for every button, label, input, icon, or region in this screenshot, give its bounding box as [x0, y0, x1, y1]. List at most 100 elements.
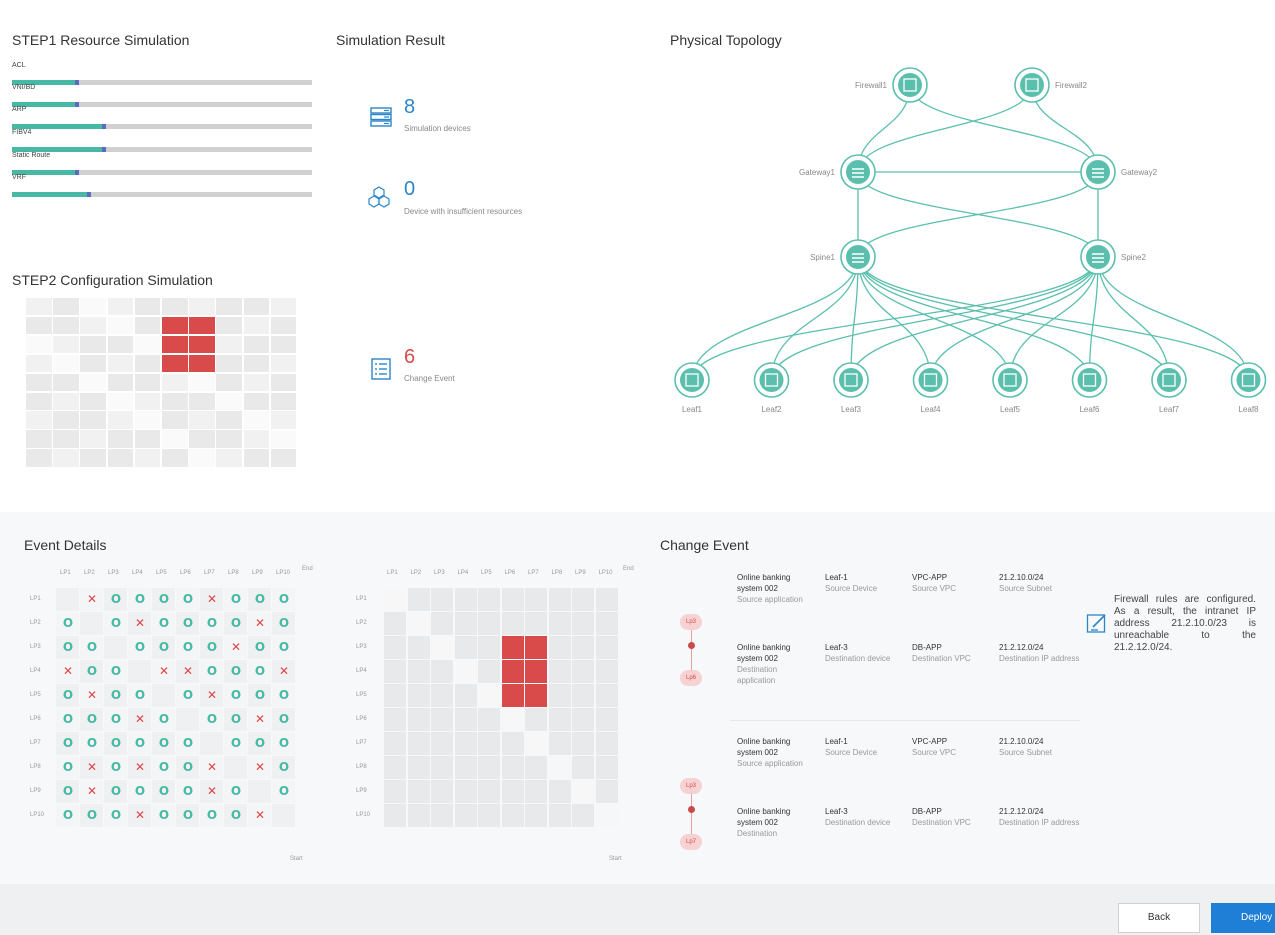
leaf-node[interactable]: Leaf1: [674, 362, 710, 414]
reachable-icon: O: [182, 736, 194, 750]
leaf-node[interactable]: Leaf7: [1151, 362, 1187, 414]
firewall-icon: [1020, 73, 1044, 97]
deploy-button[interactable]: Deploy: [1211, 903, 1275, 933]
heatmap-cell: [595, 732, 618, 755]
reachable-icon: O: [158, 760, 170, 774]
heatmap-cell: [478, 684, 500, 707]
grid-cell: [134, 449, 161, 467]
leaf-label: Leaf1: [682, 405, 703, 414]
heatmap-column-header: LP9: [575, 570, 586, 576]
heatmap-cell: [548, 708, 571, 731]
heatmap-cell: [572, 708, 594, 731]
heatmap-start-label: Start: [609, 856, 622, 862]
grid-cell: [26, 430, 52, 448]
leaf-node[interactable]: Leaf2: [753, 362, 790, 414]
grid-cell: [26, 316, 52, 335]
unreachable-icon: ✕: [86, 784, 98, 798]
leaf-node[interactable]: Leaf8: [1230, 362, 1267, 414]
matrix-column-header: LP7: [204, 570, 215, 576]
unreachable-icon: ✕: [182, 664, 194, 678]
heatmap-cell: [431, 660, 453, 683]
change-event-caption: Source application: [737, 759, 803, 768]
grid-cell: [53, 373, 79, 391]
unreachable-icon: ✕: [86, 760, 98, 774]
leaf-node[interactable]: Leaf4: [912, 362, 949, 414]
reachable-icon: O: [278, 592, 290, 606]
heatmap-cell: [478, 588, 500, 611]
footer-bar: [0, 884, 1275, 935]
firewall-node[interactable]: Firewall2: [1014, 67, 1088, 103]
grid-cell: [189, 316, 215, 335]
reachable-icon: O: [278, 616, 290, 630]
resource-label: ACL: [12, 62, 26, 69]
insufficient-devices-count: 0: [404, 178, 416, 200]
grid-cell: [107, 354, 134, 373]
unreachable-icon: ✕: [206, 760, 218, 774]
reachable-icon: O: [278, 736, 290, 750]
heatmap-row-header: LP1: [356, 596, 367, 602]
resource-label: VRF: [12, 174, 26, 181]
matrix-end-label: End: [302, 566, 313, 572]
heatmap-cell: [431, 804, 453, 827]
grid-cell: [80, 373, 107, 391]
reachable-icon: O: [62, 760, 74, 774]
resource-bar-marker: [102, 124, 106, 129]
leaf-node[interactable]: Leaf6: [1071, 362, 1108, 414]
reachable-icon: O: [62, 736, 74, 750]
matrix-cell: [272, 804, 295, 827]
spine-node[interactable]: Spine1: [810, 239, 876, 275]
reachable-icon: O: [110, 592, 122, 606]
heatmap-cell: [595, 612, 618, 635]
heatmap-cell: [595, 636, 618, 659]
grid-cell: [270, 411, 297, 429]
heatmap-cell: [572, 636, 594, 659]
heatmap-cell: [595, 756, 618, 779]
heatmap-cell: [548, 660, 571, 683]
timeline-badge: Lp6: [680, 670, 702, 686]
resource-bar-marker: [87, 192, 91, 197]
grid-cell: [243, 449, 270, 467]
gateway-node[interactable]: Gateway2: [1080, 154, 1158, 190]
heatmap-cell: [478, 708, 500, 731]
heatmap-cell: [525, 588, 547, 611]
grid-cell: [216, 430, 243, 448]
heatmap-cell: [595, 708, 618, 731]
heatmap-cell: [454, 708, 477, 731]
heatmap-column-header: LP6: [504, 570, 516, 576]
timeline-badge: Lp3: [680, 778, 702, 794]
heatmap-cell: [478, 780, 500, 803]
reachable-icon: O: [62, 616, 74, 630]
grid-cell: [134, 298, 161, 316]
grid-cell: [162, 430, 188, 448]
spine-node[interactable]: Spine2: [1080, 239, 1146, 275]
resource-bar-marker: [75, 170, 79, 175]
leaf-node[interactable]: Leaf3: [833, 362, 869, 414]
matrix-cell: [248, 780, 271, 803]
heatmap-cell: [384, 732, 406, 755]
grid-cell: [53, 411, 79, 429]
reachable-icon: O: [182, 808, 194, 822]
grid-cell: [270, 354, 297, 373]
heatmap-cell: [407, 588, 430, 611]
heatmap-cell: [407, 636, 430, 659]
unreachable-icon: ✕: [86, 688, 98, 702]
gateway-node[interactable]: Gateway1: [799, 154, 876, 190]
back-button[interactable]: Back: [1118, 903, 1200, 933]
heatmap-column-header: LP5: [481, 570, 492, 576]
reachable-icon: O: [230, 688, 242, 702]
heatmap-cell: [595, 660, 618, 683]
heatmap-cell: [595, 780, 618, 803]
change-event-note: Firewall rules are configured. As a resu…: [1114, 594, 1256, 653]
grid-cell: [162, 316, 188, 335]
reachable-icon: O: [278, 760, 290, 774]
grid-cell: [107, 392, 134, 410]
reachable-icon: O: [110, 808, 122, 822]
unreachable-icon: ✕: [134, 712, 146, 726]
change-event-value: 21.2.10.0/24: [999, 573, 1044, 582]
heatmap-cell: [501, 660, 524, 683]
reachable-icon: O: [230, 784, 242, 798]
leaf-node[interactable]: Leaf5: [992, 362, 1028, 414]
matrix-cell: [176, 708, 199, 731]
firewall-node[interactable]: Firewall1: [855, 67, 928, 103]
resource-bar: [12, 147, 312, 152]
